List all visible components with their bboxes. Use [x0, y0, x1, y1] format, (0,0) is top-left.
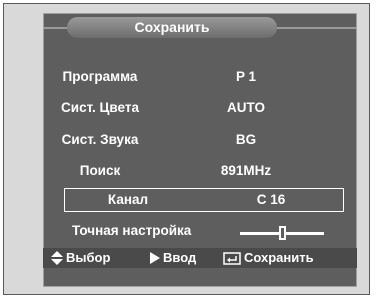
footer-enter[interactable]: Ввод: [150, 248, 196, 268]
footer-save[interactable]: Сохранить: [223, 248, 314, 268]
menu-title: Сохранить: [67, 17, 277, 38]
menu-row-label: Канал: [107, 192, 149, 207]
menu-row-sound-system[interactable]: Сист. Звука BG: [14, 129, 314, 151]
footer-select-label: Выбор: [66, 250, 111, 265]
menu-row-value: AUTO: [226, 100, 265, 115]
up-down-arrows-icon: [51, 251, 63, 265]
menu-row-label: Сист. Звука: [61, 132, 139, 147]
menu-row-program[interactable]: Программа P 1: [14, 66, 314, 88]
menu-row-search[interactable]: Поиск 891MHz: [14, 160, 314, 182]
menu-row-value: 891MHz: [220, 163, 272, 178]
footer-select[interactable]: Выбор: [51, 248, 110, 268]
title-divider-right: [270, 27, 356, 29]
fine-tune-label: Точная настройка: [72, 223, 192, 238]
footer-save-label: Сохранить: [244, 250, 314, 265]
play-arrow-icon: [150, 252, 160, 264]
return-icon: [223, 251, 241, 265]
footer-enter-label: Ввод: [163, 250, 197, 265]
menu-row-label: Программа: [62, 69, 138, 84]
menu-row-label: Поиск: [79, 163, 121, 178]
fine-tune-slider-knob[interactable]: [278, 226, 286, 240]
menu-row-channel[interactable]: Канал C 16: [64, 188, 344, 212]
footer-bar: Выбор Ввод Сохранить: [43, 248, 357, 268]
menu-row-value: BG: [235, 132, 257, 147]
menu-row-color-system[interactable]: Сист. Цвета AUTO: [14, 97, 314, 119]
menu-row-label: Сист. Цвета: [61, 100, 139, 115]
menu-row-value: C 16: [256, 192, 286, 207]
menu-row-value: P 1: [235, 69, 257, 84]
